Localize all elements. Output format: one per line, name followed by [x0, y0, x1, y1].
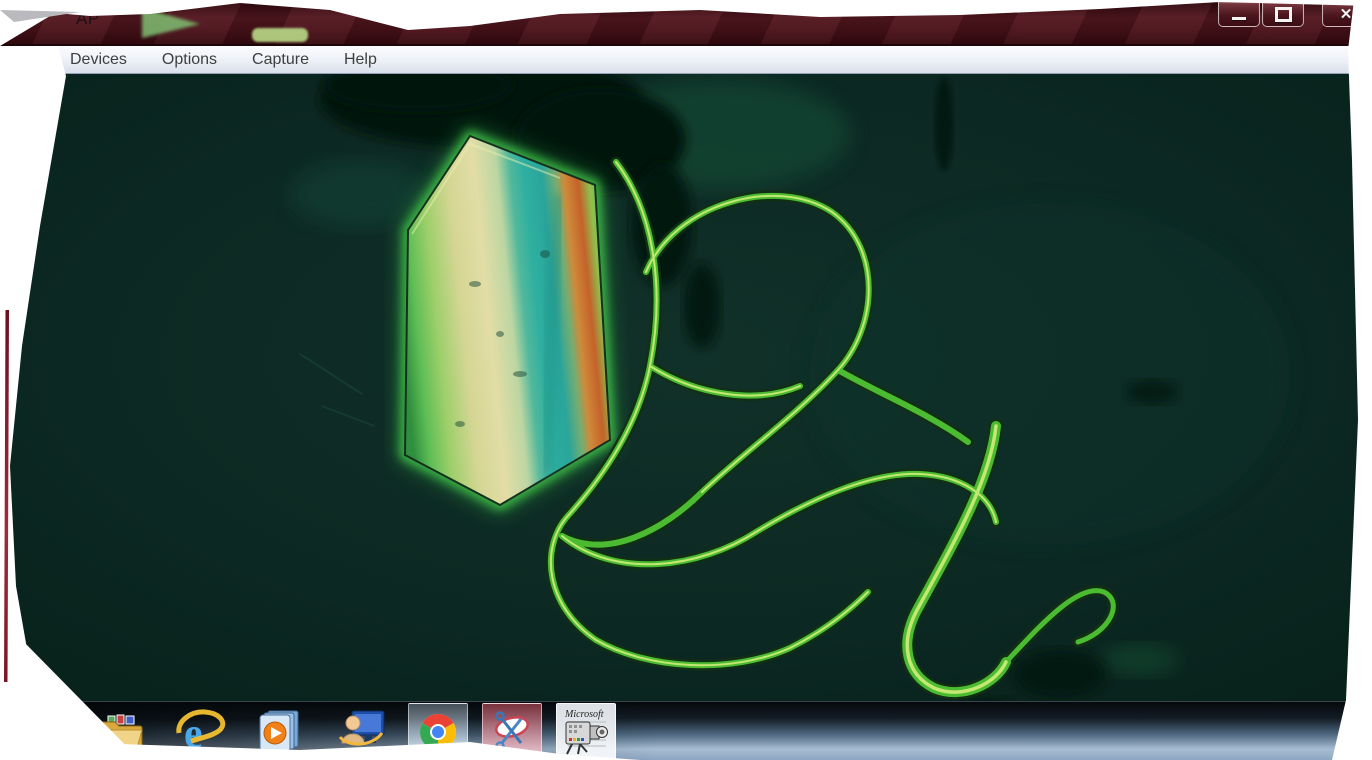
titlebar-green-pill-artifact: [252, 28, 308, 42]
close-icon: ✕: [1340, 5, 1353, 23]
amcap-window: AP ✕ Devices Options Capture Help: [0, 0, 1372, 701]
menu-bar: Devices Options Capture Help: [0, 44, 1372, 74]
start-button[interactable]: [18, 703, 76, 759]
titlebar[interactable]: AP ✕: [0, 0, 1372, 44]
taskbar-user-program-button[interactable]: [334, 703, 392, 759]
crystal-hexagon: [405, 136, 610, 505]
windows-start-icon: [21, 705, 73, 757]
window-title: AP: [76, 9, 100, 29]
taskbar-explorer-button[interactable]: [94, 703, 152, 759]
taskbar-amcap-button[interactable]: Microsoft: [556, 703, 616, 760]
titlebar-green-triangle-artifact: [142, 8, 200, 38]
menu-help[interactable]: Help: [332, 49, 389, 71]
microscopy-image: [0, 74, 1372, 701]
maximize-button[interactable]: [1262, 2, 1304, 27]
maximize-icon: [1275, 7, 1292, 22]
user-monitor-icon: [338, 707, 388, 755]
ie-icon: e: [175, 707, 227, 755]
screenshot-stage: AP ✕ Devices Options Capture Help: [0, 0, 1372, 760]
menu-options[interactable]: Options: [150, 49, 229, 71]
microsoft-label: Microsoft: [564, 709, 604, 720]
menu-devices[interactable]: Devices: [58, 49, 139, 71]
taskbar: e: [0, 701, 1372, 760]
taskbar-snipping-tool-button[interactable]: [482, 703, 542, 760]
minimize-button[interactable]: [1218, 2, 1260, 27]
taskbar-ie-button[interactable]: e: [172, 703, 230, 759]
minimize-icon: [1232, 17, 1246, 20]
chrome-icon: [416, 710, 460, 754]
snipping-tool-icon: [488, 709, 536, 755]
video-preview: [0, 74, 1372, 701]
taskbar-chrome-button[interactable]: [408, 703, 468, 760]
folder-icon: [99, 710, 147, 752]
media-player-icon: [254, 707, 304, 755]
taskbar-wmp-button[interactable]: [250, 703, 308, 759]
close-button[interactable]: ✕: [1322, 2, 1370, 27]
menu-capture[interactable]: Capture: [240, 49, 321, 71]
microsoft-camera-icon: Microsoft: [560, 706, 612, 758]
